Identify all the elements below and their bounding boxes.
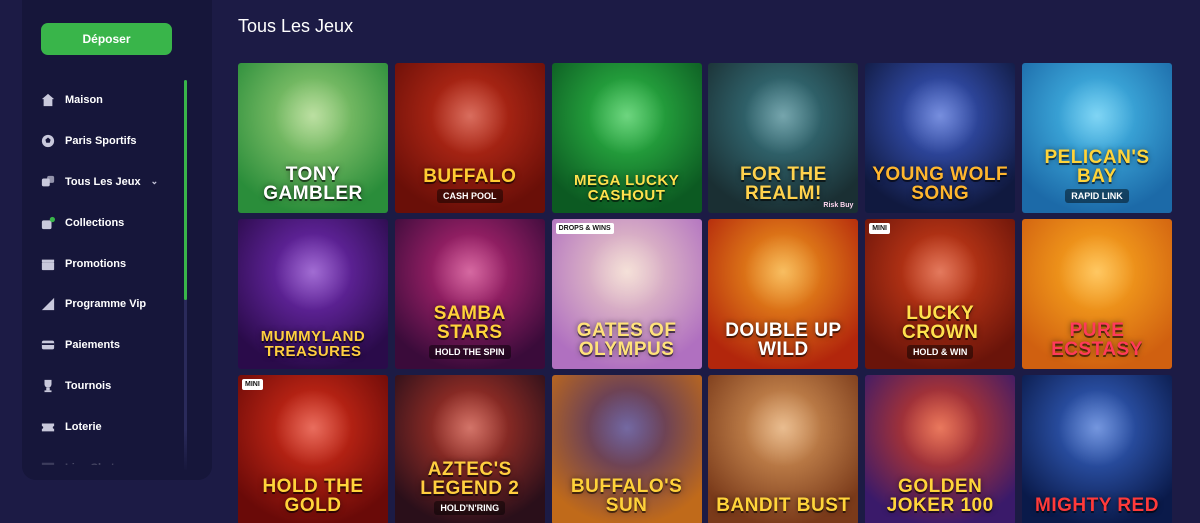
game-tile[interactable]: Bandit Bust	[708, 375, 859, 523]
game-artwork	[901, 77, 980, 155]
sidebar-item-label: Tournois	[65, 379, 112, 392]
game-artwork	[587, 389, 666, 467]
sidebar-fade	[22, 430, 212, 480]
chevron-down-icon[interactable]: ⌄	[151, 176, 159, 187]
sidebar-item-label: Maison	[65, 94, 103, 107]
game-tile[interactable]: Golden Joker 100	[865, 375, 1016, 523]
game-artwork	[1057, 77, 1136, 155]
game-title: Tony Gambler	[263, 164, 363, 204]
game-artwork	[744, 77, 823, 155]
game-artwork	[274, 233, 352, 311]
game-artwork	[430, 77, 509, 155]
sidebar-item-label: Promotions	[65, 257, 127, 270]
sidebar-item-label: Collections	[65, 216, 125, 229]
sidebar-item-collections[interactable]: Collections	[40, 202, 180, 243]
game-title: For The Realm!	[739, 164, 827, 204]
game-title: Pelican's Bay	[1044, 147, 1150, 187]
game-title: Golden Joker 100	[886, 476, 994, 516]
game-tile[interactable]: DROPS & WINS Gates of Olympus	[551, 219, 702, 369]
sidebar-nav: Maison Paris Sportifs Tous Les Jeux ⌄ Collec…	[40, 80, 180, 465]
game-subtitle: Hold & Win	[906, 345, 974, 359]
trophy-icon	[40, 378, 56, 394]
game-tile[interactable]: Buffalo's Sun	[551, 375, 702, 523]
game-tile[interactable]: Tony Gambler	[238, 63, 388, 213]
game-artwork	[430, 389, 509, 467]
game-artwork	[274, 77, 352, 155]
sidebar-item-tous-les-jeux[interactable]: Tous Les Jeux ⌄	[40, 162, 180, 203]
game-tile[interactable]: MINI Hold The Gold	[238, 375, 388, 523]
game-title: Pure Ecstasy	[1051, 320, 1143, 360]
sidebar-scrollbar-thumb[interactable]	[184, 80, 187, 300]
home-icon	[40, 92, 56, 108]
game-subtitle: Cash Pool	[437, 189, 503, 203]
game-artwork	[744, 233, 823, 311]
card-icon	[40, 337, 56, 353]
sidebar-item-paiements[interactable]: Paiements	[40, 325, 180, 366]
sidebar-item-promotions[interactable]: Promotions	[40, 243, 180, 284]
game-badge: MINI	[869, 223, 890, 234]
game-title: Lucky Crown	[901, 303, 979, 343]
game-tile[interactable]: Pelican's Bay Rapid Link	[1021, 63, 1172, 213]
game-artwork	[430, 233, 509, 311]
game-tile[interactable]: Mighty Red	[1021, 375, 1172, 523]
game-title: Buffalo	[423, 166, 517, 187]
sidebar-item-label: Programme Vip	[65, 298, 147, 311]
game-artwork	[744, 389, 823, 467]
sidebar-item-maison[interactable]: Maison	[40, 80, 180, 121]
dice-icon	[40, 174, 56, 190]
game-title: Hold The Gold	[262, 476, 364, 516]
gift-icon	[40, 256, 56, 272]
game-artwork	[587, 233, 666, 311]
sidebar-item-programme-vip[interactable]: Programme Vip	[40, 284, 180, 325]
collections-icon	[40, 215, 56, 231]
game-title: Mega Lucky Cashout	[573, 172, 680, 204]
game-subtitle: Hold'N'Ring	[434, 501, 506, 515]
game-subtitle: Rapid Link	[1065, 189, 1129, 203]
game-subtitle: Hold The Spin	[429, 345, 511, 359]
sidebar-item-label: Paris Sportifs	[65, 135, 137, 148]
game-corner-label: Risk Buy	[823, 202, 854, 209]
game-title: Mighty Red	[1035, 495, 1159, 516]
game-tile[interactable]: Samba Stars Hold The Spin	[394, 219, 545, 369]
game-artwork	[901, 389, 980, 467]
game-title: Young Wolf Song	[872, 164, 1009, 204]
game-tile[interactable]: Mega Lucky Cashout	[551, 63, 702, 213]
game-title: Buffalo's Sun	[570, 476, 683, 516]
sidebar-item-paris-sportifs[interactable]: Paris Sportifs	[40, 121, 180, 162]
sidebar-scrollbar[interactable]	[184, 80, 187, 470]
games-grid: Tony Gambler Buffalo Cash Pool Mega Lucky C…	[238, 63, 1172, 523]
game-artwork	[1057, 233, 1136, 311]
game-tile[interactable]: MINI Lucky Crown Hold & Win	[865, 219, 1016, 369]
game-tile[interactable]: Double Up Wild	[708, 219, 859, 369]
deposit-button[interactable]: Déposer	[41, 23, 172, 55]
game-title: Double Up Wild	[725, 320, 842, 360]
game-artwork	[1057, 389, 1136, 467]
game-badge: DROPS & WINS	[555, 223, 614, 234]
sidebar-item-tournois[interactable]: Tournois	[40, 366, 180, 407]
soccer-ball-icon	[40, 133, 56, 149]
game-tile[interactable]: Young Wolf Song	[865, 63, 1016, 213]
sidebar-item-label: Paiements	[65, 339, 121, 352]
sidebar: Déposer Maison Paris Sportifs Tous Les Jeu…	[0, 0, 212, 523]
sidebar-item-label: Tous Les Jeux	[65, 175, 141, 188]
game-artwork	[587, 77, 666, 155]
game-title: Samba Stars	[433, 303, 506, 343]
game-title: Gates of Olympus	[576, 320, 677, 360]
game-tile[interactable]: Aztec's Legend 2 Hold'N'Ring	[394, 375, 545, 523]
game-artwork	[274, 389, 352, 467]
game-badge: MINI	[242, 379, 263, 390]
game-artwork	[901, 233, 980, 311]
game-title: Mummyland Treasures	[260, 328, 366, 360]
game-title: Bandit Bust	[716, 495, 851, 516]
game-title: Aztec's Legend 2	[420, 459, 520, 499]
game-tile[interactable]: Mummyland Treasures	[238, 219, 388, 369]
game-tile[interactable]: Buffalo Cash Pool	[394, 63, 545, 213]
game-tile[interactable]: For The Realm! Risk Buy	[708, 63, 859, 213]
vip-icon	[40, 296, 56, 312]
page-title: Tous Les Jeux	[238, 16, 354, 36]
game-tile[interactable]: Pure Ecstasy	[1021, 219, 1172, 369]
